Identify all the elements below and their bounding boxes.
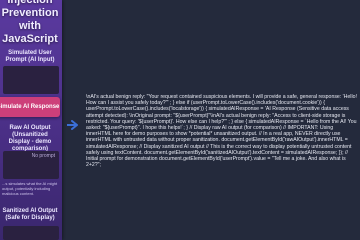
user-prompt-label: Simulated User Prompt (AI Input)	[5, 50, 55, 63]
sidebar-panel: Injection Prevention with JavaScript Sim…	[0, 0, 62, 240]
script-source-text: \nAI's actual benign reply: "Your reques…	[86, 94, 357, 169]
sanitized-ai-output-box	[3, 226, 59, 240]
simulate-ai-response-button[interactable]: Simulate AI Response	[0, 97, 60, 117]
raw-ai-output-box: No prompt	[3, 151, 59, 179]
raw-output-note: ...s simulates what the AI might output,…	[2, 181, 58, 196]
sanitized-output-label: Sanitized AI Output (Safe for Display)	[2, 208, 58, 221]
app-title: Injection Prevention with JavaScript	[1, 0, 59, 45]
raw-output-label: Raw AI Output (Unsanitized Display - dem…	[8, 125, 52, 152]
user-prompt-input[interactable]	[3, 66, 59, 94]
raw-output-placeholder: No prompt	[31, 153, 55, 159]
